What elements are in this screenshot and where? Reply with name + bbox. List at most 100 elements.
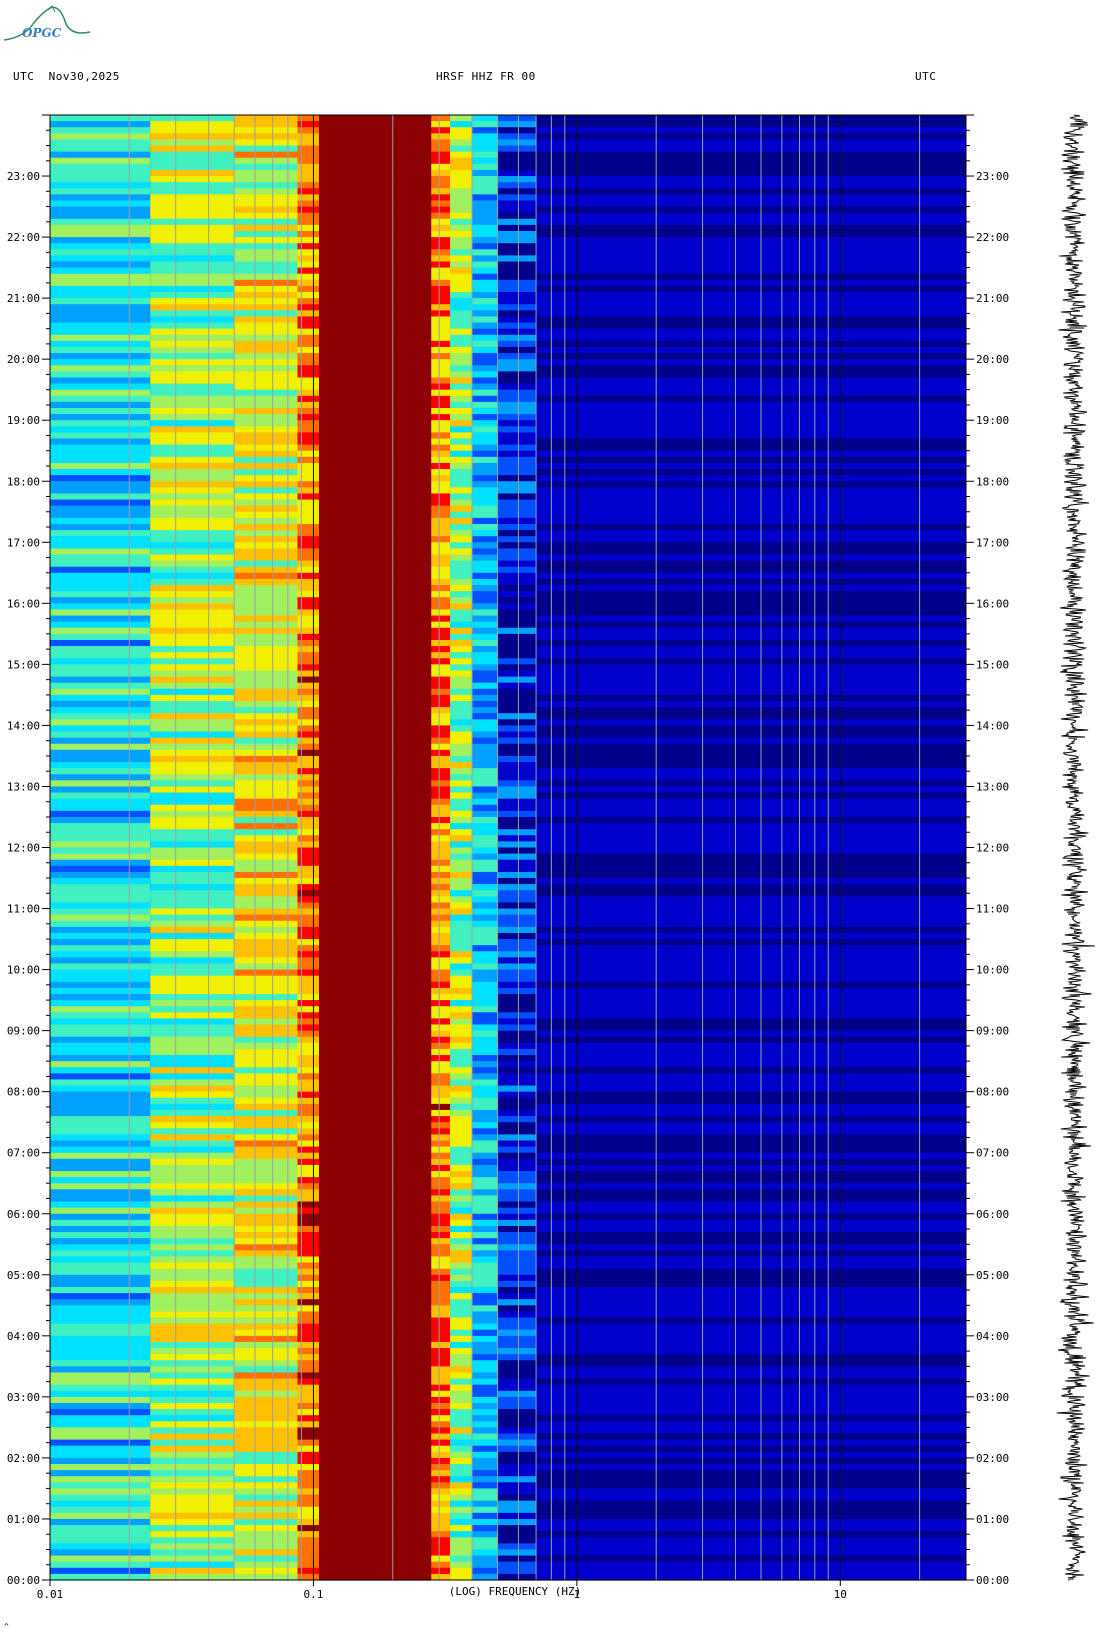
spectrogram-cell xyxy=(536,920,966,928)
spectrogram-cell xyxy=(536,469,966,476)
spectrogram-cell xyxy=(150,1354,235,1361)
spectrogram-cell xyxy=(319,810,432,818)
spectrogram-cell xyxy=(431,1427,451,1435)
spectrogram-cell xyxy=(497,505,537,513)
spectrogram-cell xyxy=(497,1439,537,1447)
spectrogram-cell xyxy=(497,1537,537,1544)
spectrogram-cell xyxy=(319,523,432,531)
spectrogram-cell xyxy=(472,969,498,977)
spectrogram-cell xyxy=(536,493,966,501)
spectrogram-cell xyxy=(497,792,537,800)
spectrogram-cell xyxy=(50,963,151,971)
spectrogram-cell xyxy=(297,1329,320,1337)
spectrogram-cell xyxy=(472,1042,498,1050)
spectrogram-cell xyxy=(472,1250,498,1258)
spectrogram-cell xyxy=(497,762,537,769)
spectrogram-cell xyxy=(150,1201,235,1209)
spectrogram-cell xyxy=(150,1030,235,1038)
spectrogram-cell xyxy=(472,420,498,427)
spectrogram-cell xyxy=(50,994,151,1001)
spectrogram-cell xyxy=(297,749,320,757)
spectrogram-cell xyxy=(472,1036,498,1044)
spectrogram-cell xyxy=(150,1134,235,1142)
spectrogram-cell xyxy=(450,237,473,244)
spectrogram-cell xyxy=(50,1427,151,1435)
spectrogram-cell xyxy=(431,1409,451,1416)
spectrogram-cell xyxy=(431,1097,451,1105)
spectrogram-cell xyxy=(431,1280,451,1288)
spectrogram-cell xyxy=(536,267,966,275)
spectrogram-cell xyxy=(497,1488,537,1496)
spectrogram-cell xyxy=(536,1012,966,1020)
spectrogram-cell xyxy=(50,444,151,452)
spectrogram-cell xyxy=(319,664,432,672)
spectrogram-cell xyxy=(497,157,537,165)
spectrogram-cell xyxy=(536,633,966,641)
spectrogram-cell xyxy=(536,1396,966,1404)
spectrogram-cell xyxy=(319,1189,432,1197)
y-tick-label-right: 06:00 xyxy=(976,1208,1009,1221)
spectrogram-cell xyxy=(431,786,451,794)
spectrogram-cell xyxy=(536,462,966,470)
spectrogram-cell xyxy=(536,737,966,745)
spectrogram-cell xyxy=(297,841,320,849)
spectrogram-cell xyxy=(497,1464,537,1471)
spectrogram-cell xyxy=(50,926,151,934)
spectrogram-cell xyxy=(536,371,966,379)
spectrogram-cell xyxy=(297,139,320,147)
spectrogram-cell xyxy=(319,1134,432,1142)
spectrogram-cell xyxy=(472,530,498,537)
spectrogram-cell xyxy=(297,1317,320,1325)
spectrogram-cell xyxy=(431,292,451,299)
spectrogram-cell xyxy=(536,816,966,824)
spectrogram-cell xyxy=(536,1018,966,1026)
spectrogram-cell xyxy=(472,871,498,879)
spectrogram-cell xyxy=(50,1012,151,1020)
spectrogram-cell xyxy=(297,188,320,195)
spectrogram-cell xyxy=(297,719,320,727)
spectrogram-cell xyxy=(536,725,966,733)
spectrogram-cell xyxy=(472,157,498,165)
spectrogram-cell xyxy=(450,694,473,702)
spectrogram-cell xyxy=(319,804,432,812)
spectrogram-cell xyxy=(319,713,432,720)
spectrogram-cell xyxy=(150,896,235,904)
spectrogram-cell xyxy=(497,450,537,458)
spectrogram-cell xyxy=(536,1152,966,1160)
spectrogram-cell xyxy=(536,810,966,818)
spectrogram-cell xyxy=(431,554,451,562)
spectrogram-cell xyxy=(50,206,151,214)
spectrogram-cell xyxy=(450,896,473,904)
spectrogram-cell xyxy=(431,1171,451,1178)
spectrogram-cell xyxy=(319,1048,432,1056)
spectrogram-cell xyxy=(319,115,432,122)
spectrogram-cell xyxy=(297,1433,320,1441)
spectrogram-cell xyxy=(150,359,235,366)
spectrogram-cell xyxy=(50,939,151,946)
spectrogram-cell xyxy=(319,1335,432,1343)
spectrogram-cell xyxy=(536,328,966,336)
spectrogram-cell xyxy=(472,194,498,202)
spectrogram-cell xyxy=(50,1256,151,1264)
spectrogram-cell xyxy=(297,224,320,232)
spectrogram-cell xyxy=(319,542,432,549)
spectrogram-cell xyxy=(319,578,432,586)
spectrogram-cell xyxy=(450,169,473,177)
spectrogram-cell xyxy=(431,725,451,733)
spectrogram-cell xyxy=(472,1451,498,1459)
spectrogram-cell xyxy=(497,359,537,366)
spectrogram-cell xyxy=(50,1329,151,1337)
y-tick-label-right: 14:00 xyxy=(976,719,1009,732)
spectrogram-cell xyxy=(431,285,451,293)
spectrogram-cell xyxy=(431,1543,451,1551)
spectrogram-cell xyxy=(297,1402,320,1410)
spectrogram-cell xyxy=(450,206,473,214)
spectrogram-cell xyxy=(150,212,235,220)
spectrogram-cell xyxy=(297,420,320,427)
spectrogram-cell xyxy=(431,310,451,318)
spectrogram-cell xyxy=(297,395,320,403)
spectrogram-cell xyxy=(472,585,498,592)
spectrogram-cell xyxy=(50,536,151,543)
spectrogram-cell xyxy=(472,469,498,476)
spectrogram-cell xyxy=(472,438,498,446)
